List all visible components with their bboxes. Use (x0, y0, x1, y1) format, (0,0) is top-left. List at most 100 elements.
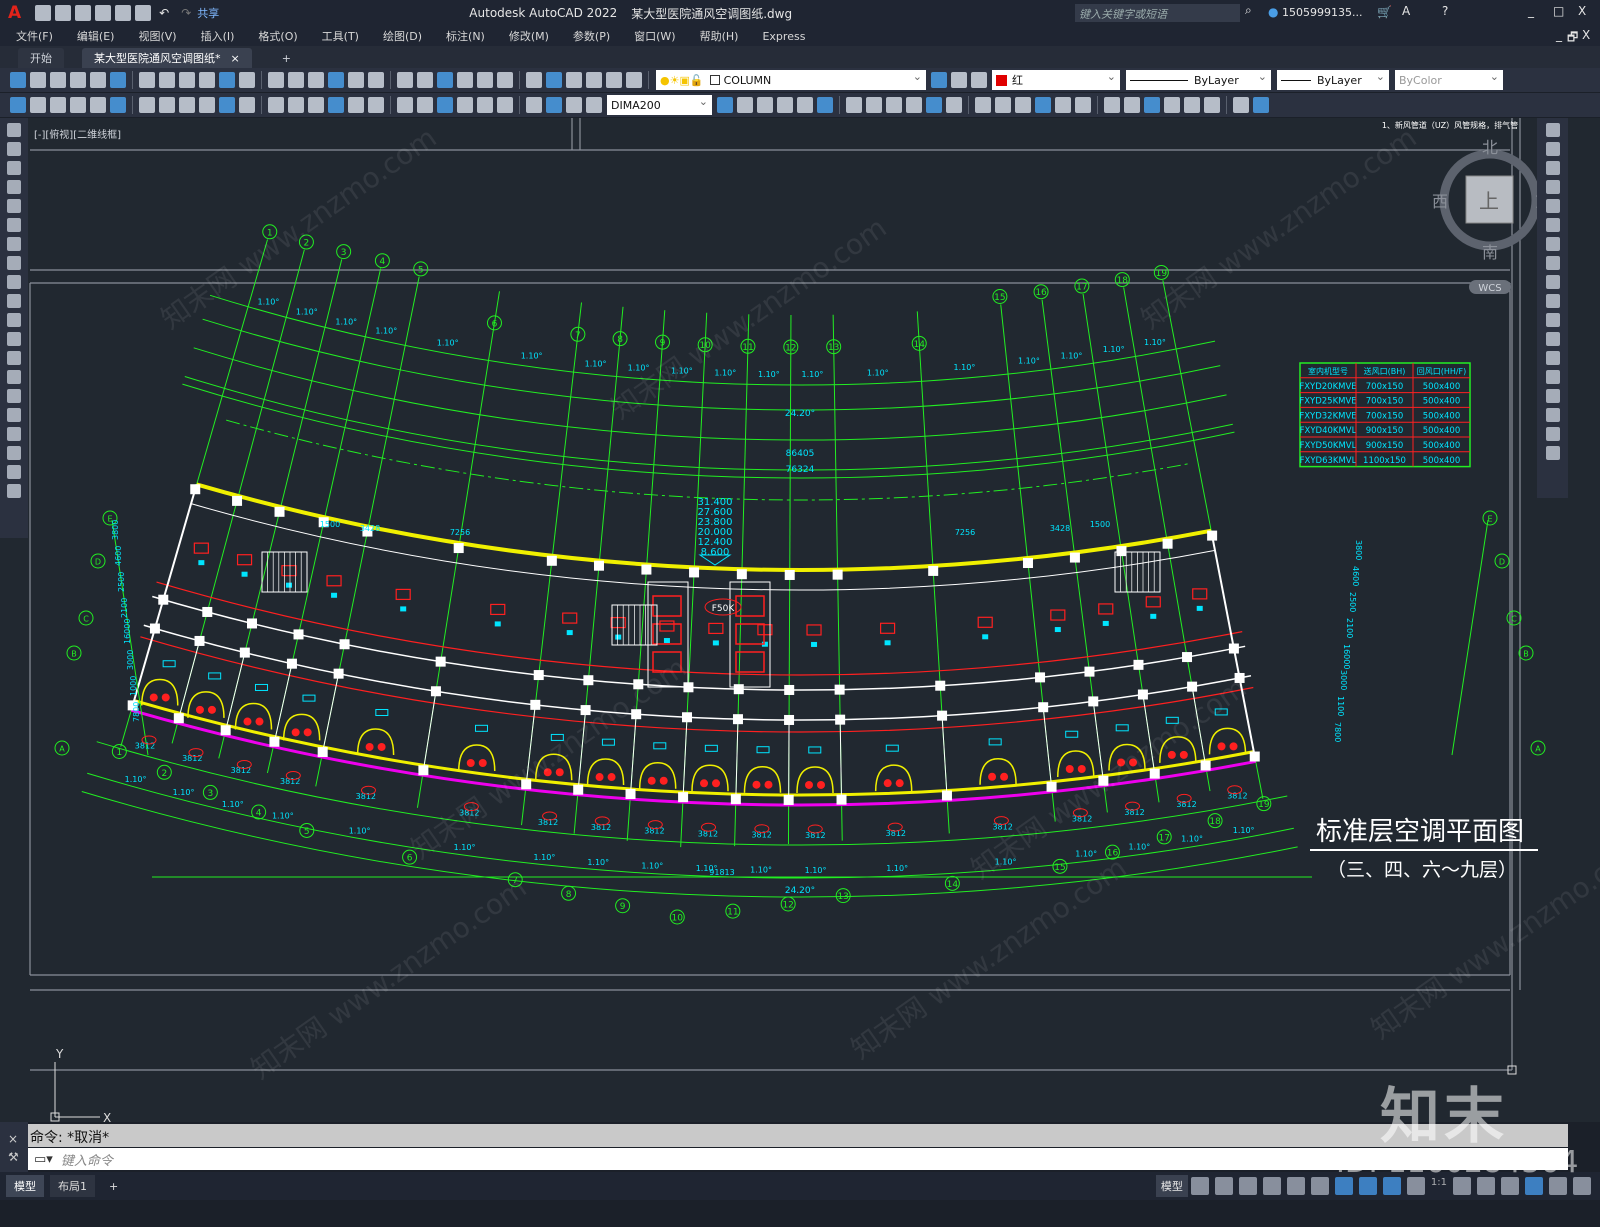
calculator-icon[interactable] (368, 72, 384, 88)
menu-item[interactable]: Express (762, 30, 805, 43)
add-layout-button[interactable]: + (101, 1177, 126, 1196)
array-tool-icon[interactable] (1545, 199, 1560, 213)
preview-icon[interactable] (90, 72, 106, 88)
spline-tool-icon[interactable] (7, 275, 21, 289)
pan-icon[interactable] (268, 72, 284, 88)
block-icon[interactable] (906, 97, 922, 113)
copy-tool-icon[interactable] (1545, 142, 1560, 156)
dim-linear-icon[interactable] (288, 97, 304, 113)
layer-dropdown[interactable]: ●☀▣🔓 COLUMN (656, 70, 926, 90)
menu-item[interactable]: 标注(N) (446, 28, 485, 44)
tab-drawing[interactable]: 某大型医院通风空调图纸* × (82, 48, 252, 68)
explode-icon[interactable] (946, 97, 962, 113)
explode-icon[interactable] (797, 97, 813, 113)
zoom-icon[interactable] (288, 72, 304, 88)
point-tool-icon[interactable] (7, 370, 21, 384)
properties-icon[interactable] (308, 72, 324, 88)
gradient-tool-icon[interactable] (7, 408, 21, 422)
autodesk-icon[interactable]: A (1402, 4, 1410, 18)
copy-object-icon[interactable] (1184, 97, 1200, 113)
boolean-icon[interactable] (846, 97, 862, 113)
user-icon[interactable]: ● (1268, 5, 1278, 19)
insert-icon[interactable] (926, 97, 942, 113)
copy-object-icon[interactable] (737, 97, 753, 113)
layer-match-icon[interactable] (951, 72, 967, 88)
close-button[interactable]: X (1578, 4, 1586, 18)
blend-tool-icon[interactable] (1545, 427, 1560, 441)
help-icon[interactable] (397, 72, 413, 88)
print-icon[interactable] (70, 72, 86, 88)
dim-aligned-icon[interactable] (30, 97, 46, 113)
dim-baseline-icon[interactable] (159, 97, 175, 113)
insert-icon[interactable] (1075, 97, 1091, 113)
modify-layer-icon[interactable] (1164, 97, 1180, 113)
web-mobile-icon[interactable] (115, 5, 132, 21)
tolerance-icon[interactable] (477, 97, 493, 113)
break-tool-icon[interactable] (1545, 351, 1560, 365)
boolean-icon[interactable] (995, 97, 1011, 113)
ellipse-tool-icon[interactable] (7, 294, 21, 308)
text-tool-icon[interactable] (7, 465, 21, 479)
modify-layer-icon[interactable] (866, 97, 882, 113)
dim-diameter-icon[interactable] (397, 97, 413, 113)
dim-linear-icon[interactable] (10, 97, 26, 113)
open-icon[interactable] (30, 72, 46, 88)
layout-tab-model[interactable]: 模型 (6, 1175, 44, 1197)
menu-item[interactable]: 视图(V) (138, 28, 176, 44)
dim-edit-icon[interactable] (239, 97, 255, 113)
insert-icon[interactable] (1233, 97, 1249, 113)
share-button[interactable]: 共享 (197, 5, 219, 21)
modify-layer-icon[interactable] (717, 97, 733, 113)
redo-icon[interactable] (239, 72, 255, 88)
rectangle-tool-icon[interactable] (7, 199, 21, 213)
chamfer-tool-icon[interactable] (1545, 389, 1560, 403)
block-icon[interactable] (1055, 97, 1071, 113)
center-mark-icon[interactable] (497, 97, 513, 113)
close-command-icon[interactable]: × (8, 1132, 28, 1146)
paste-icon[interactable] (606, 72, 622, 88)
color-dropdown[interactable]: 红 (992, 70, 1120, 90)
modify-layer-icon[interactable] (1015, 97, 1031, 113)
dim-angular-icon[interactable] (417, 97, 433, 113)
move-tool-icon[interactable] (1545, 218, 1560, 232)
layer-state-icon[interactable] (931, 72, 947, 88)
explode-tool-icon[interactable] (1545, 446, 1560, 460)
dim-radius-icon[interactable] (90, 97, 106, 113)
dim-edit-icon[interactable] (526, 97, 542, 113)
save-icon[interactable] (75, 5, 92, 21)
block-icon[interactable] (1204, 97, 1220, 113)
center-mark-icon[interactable] (219, 97, 235, 113)
snap-toggle-icon[interactable] (1214, 1177, 1233, 1195)
design-center-icon[interactable] (328, 72, 344, 88)
polygon-tool-icon[interactable] (7, 180, 21, 194)
menu-item[interactable]: 帮助(H) (700, 28, 739, 44)
explode-icon[interactable] (1253, 97, 1269, 113)
dim-arc-icon[interactable] (50, 97, 66, 113)
open-icon[interactable] (457, 72, 473, 88)
insert-icon[interactable] (777, 97, 793, 113)
copy-object-icon[interactable] (1035, 97, 1051, 113)
line-tool-icon[interactable] (7, 123, 21, 137)
drawing-canvas[interactable]: 1 1 2 2 3 3 4 4 5 5 6 6 7 7 8 8 9 9 10 10 11 11 12 12 13 13 14 14 15… (0, 118, 1600, 1125)
menu-item[interactable]: 修改(M) (509, 28, 549, 44)
block-icon[interactable] (757, 97, 773, 113)
cut-icon[interactable] (566, 72, 582, 88)
plotstyle-dropdown[interactable]: ByColor (1395, 70, 1503, 90)
dim-arc-icon[interactable] (328, 97, 344, 113)
circle-tool-icon[interactable] (7, 237, 21, 251)
doc-minimize-button[interactable]: _ (1556, 28, 1562, 42)
menu-item[interactable]: 工具(T) (322, 28, 359, 44)
arc-tool-icon[interactable] (7, 161, 21, 175)
polar-toggle-icon[interactable] (1262, 1177, 1281, 1195)
match-icon[interactable] (199, 72, 215, 88)
menu-item[interactable]: 文件(F) (16, 28, 53, 44)
dim-ordinate-icon[interactable] (348, 97, 364, 113)
offset-tool-icon[interactable] (1545, 180, 1560, 194)
open-icon[interactable] (55, 5, 72, 21)
region-tool-icon[interactable] (7, 427, 21, 441)
tolerance-icon[interactable] (199, 97, 215, 113)
grid-toggle-icon[interactable] (1190, 1177, 1209, 1195)
linetype-dropdown[interactable]: ByLayer (1126, 70, 1271, 90)
fillet-tool-icon[interactable] (1545, 408, 1560, 422)
search-icon[interactable]: ⌕ (1245, 3, 1252, 18)
